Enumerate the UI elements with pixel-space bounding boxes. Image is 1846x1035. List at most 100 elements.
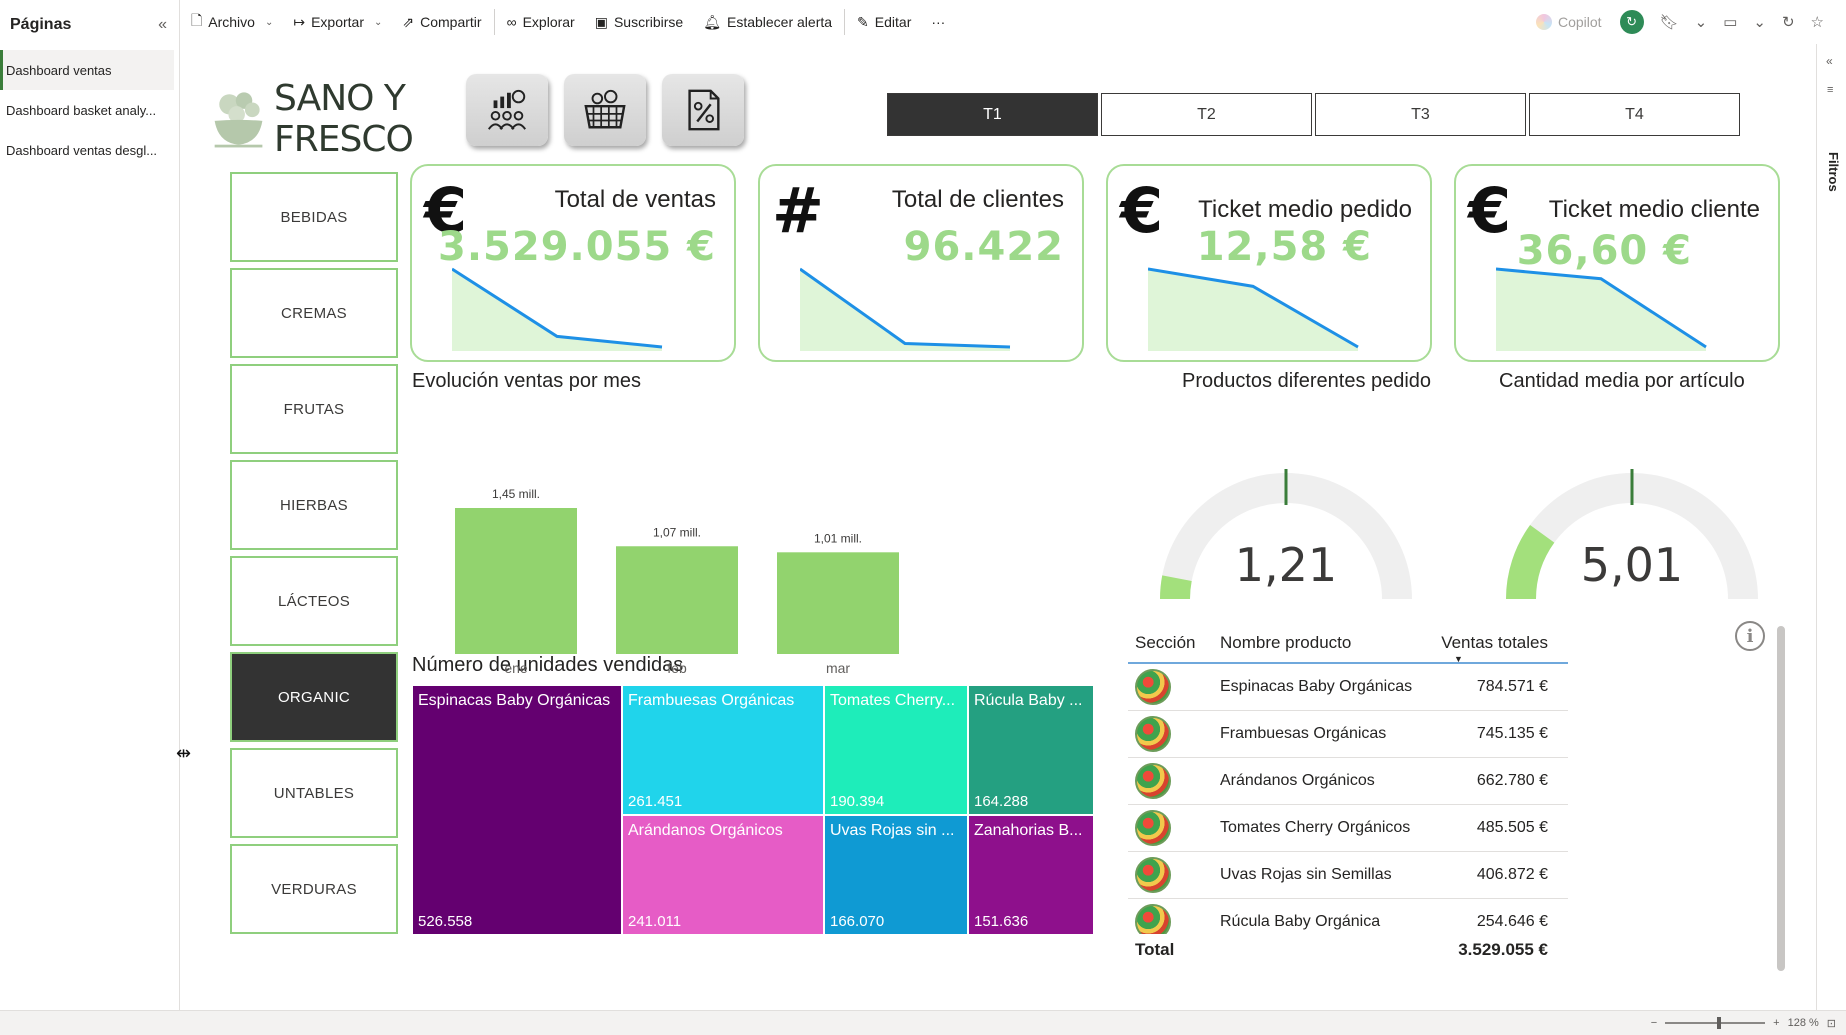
nav-customers-button[interactable]: [466, 74, 548, 146]
establecer-alerta-button[interactable]: 🔔︎ Establecer alerta: [693, 0, 842, 44]
treemap-cell-value: 151.636: [974, 913, 1029, 930]
fit-page-icon[interactable]: ⊡: [1827, 1017, 1836, 1030]
chevron-down-icon[interactable]: ⌄: [1745, 13, 1774, 31]
toolbar-divider: [844, 9, 846, 35]
cell-nombre-producto: Frambuesas Orgánicas: [1220, 725, 1387, 742]
treemap-cell-label: Rúcula Baby ...: [974, 692, 1083, 709]
category-button-verduras[interactable]: VERDURAS: [230, 844, 398, 934]
quarter-tab-t3[interactable]: T3: [1315, 93, 1526, 136]
category-button-hierbas[interactable]: HIERBAS: [230, 460, 398, 550]
quarter-tab-t4[interactable]: T4: [1529, 93, 1740, 136]
treemap-cell[interactable]: Espinacas Baby Orgánicas 526.558: [412, 685, 622, 935]
alerta-label: Establecer alerta: [726, 14, 833, 30]
cell-seccion: [1128, 763, 1220, 799]
bell-icon: 🔔︎: [703, 13, 721, 30]
treemap-cell-label: Arándanos Orgánicos: [628, 822, 783, 839]
category-button-cremas[interactable]: CREMAS: [230, 268, 398, 358]
collapse-pane-icon[interactable]: «: [158, 16, 167, 34]
quarter-tab-t1[interactable]: T1: [887, 93, 1098, 136]
total-label: Total: [1135, 940, 1175, 959]
organic-product-image: [1135, 669, 1171, 705]
zoom-slider[interactable]: [1665, 1017, 1766, 1029]
table-row[interactable]: Arándanos Orgánicos 662.780 €: [1128, 758, 1568, 805]
quarter-slicer: T1 T2 T3 T4: [887, 93, 1740, 136]
exportar-label: Exportar: [311, 14, 364, 30]
report-toolbar: 🗋 Archivo ⌄ ↦ Exportar ⌄ ⇗ Compartir ∞ E…: [181, 0, 1846, 44]
category-button-organic[interactable]: ORGANIC: [230, 652, 398, 742]
page-item-dashboard-ventas[interactable]: Dashboard ventas: [0, 50, 174, 90]
archivo-menu-button[interactable]: 🗋 Archivo ⌄: [181, 0, 283, 44]
kpi-title: Total de clientes: [891, 186, 1064, 213]
treemap-cell-label: Uvas Rojas sin ...: [830, 822, 955, 839]
category-button-untables[interactable]: UNTABLES: [230, 748, 398, 838]
table-row[interactable]: Tomates Cherry Orgánicos 485.505 €: [1128, 805, 1568, 852]
filter-icon: ≡: [1827, 84, 1834, 96]
star-icon[interactable]: ☆: [1803, 13, 1832, 31]
explorar-button[interactable]: ∞ Explorar: [497, 0, 585, 44]
salad-bowl-icon: [214, 92, 263, 148]
treemap-cell[interactable]: Frambuesas Orgánicas 261.451: [622, 685, 824, 815]
expand-filters-icon[interactable]: «: [1826, 54, 1833, 68]
x-tick-label: ene: [504, 660, 528, 676]
cantidad-media-gauge[interactable]: 5,01: [1477, 399, 1787, 609]
kpi-card-total-clientes[interactable]: # Total de clientes 96.422: [758, 164, 1084, 362]
sync-icon[interactable]: ↻: [1619, 10, 1644, 34]
bookmark-icon[interactable]: 🔖︎: [1652, 13, 1687, 31]
editar-button[interactable]: ✎ Editar: [847, 0, 921, 44]
category-button-bebidas[interactable]: BEBIDAS: [230, 172, 398, 262]
header-ventas-totales[interactable]: Ventas totales: [1438, 633, 1548, 653]
zoom-in-icon[interactable]: +: [1773, 1017, 1779, 1029]
cell-ventas-totales: 254.646 €: [1476, 913, 1548, 930]
kpi-card-total-ventas[interactable]: € Total de ventas 3.529.055 €: [410, 164, 736, 362]
productos-diferentes-gauge[interactable]: 1,21: [1131, 399, 1441, 609]
header-seccion[interactable]: Sección: [1128, 633, 1220, 653]
kpi-card-ticket-medio-cliente[interactable]: € Ticket medio cliente 36,60 €: [1454, 164, 1780, 362]
page-item-label: Dashboard ventas desgl...: [6, 142, 158, 158]
cell-nombre-producto: Tomates Cherry Orgánicos: [1220, 819, 1411, 836]
quarter-tab-t2[interactable]: T2: [1101, 93, 1312, 136]
organic-product-image: [1135, 904, 1171, 934]
nav-percentage-button[interactable]: [662, 74, 744, 146]
treemap-cell[interactable]: Rúcula Baby ... 164.288: [968, 685, 1094, 815]
more-options-button[interactable]: ···: [921, 0, 955, 44]
exportar-menu-button[interactable]: ↦ Exportar ⌄: [283, 0, 392, 44]
category-button-frutas[interactable]: FRUTAS: [230, 364, 398, 454]
zoom-slider-thumb[interactable]: [1717, 1017, 1722, 1029]
category-button-lacteos[interactable]: LÁCTEOS: [230, 556, 398, 646]
zoom-out-icon[interactable]: −: [1651, 1017, 1657, 1029]
table-row[interactable]: Frambuesas Orgánicas 745.135 €: [1128, 711, 1568, 758]
chevron-down-icon[interactable]: ⌄: [1687, 13, 1716, 31]
treemap-cell-value: 190.394: [830, 793, 885, 810]
sparkline-area: [1496, 269, 1706, 351]
basket-icon: [584, 89, 626, 129]
cell-ventas-totales: 784.571 €: [1476, 678, 1548, 695]
page-item-dashboard-desglose[interactable]: Dashboard ventas desgl...: [0, 130, 179, 170]
treemap-cell-label: Tomates Cherry...: [830, 692, 956, 709]
suscribirse-button[interactable]: ▣ Suscribirse: [585, 0, 693, 44]
bar-data-label: 1,45 mill.: [492, 487, 540, 501]
header-nombre-producto[interactable]: Nombre producto: [1220, 633, 1438, 653]
refresh-icon[interactable]: ↻: [1774, 13, 1803, 31]
table-row[interactable]: Uvas Rojas sin Semillas 406.872 €: [1128, 852, 1568, 899]
treemap-cell-value: 166.070: [830, 913, 885, 930]
treemap-cell[interactable]: Uvas Rojas sin ... 166.070: [824, 815, 968, 935]
copilot-button[interactable]: Copilot: [1526, 14, 1612, 30]
compartir-button[interactable]: ⇗ Compartir: [392, 0, 491, 44]
bar-data-label: 1,07 mill.: [653, 525, 701, 539]
compartir-label: Compartir: [420, 14, 482, 30]
kpi-card-ticket-medio-pedido[interactable]: € Ticket medio pedido 12,58 €: [1106, 164, 1432, 362]
table-scrollbar[interactable]: [1777, 626, 1785, 971]
treemap-cell[interactable]: Arándanos Orgánicos 241.011: [622, 815, 824, 935]
table-row[interactable]: Espinacas Baby Orgánicas 784.571 €: [1128, 664, 1568, 711]
treemap-cell[interactable]: Tomates Cherry... 190.394: [824, 685, 968, 815]
nav-basket-button[interactable]: [564, 74, 646, 146]
pages-pane: Páginas « Dashboard ventas Dashboard bas…: [0, 0, 180, 1010]
treemap-cell[interactable]: Zanahorias B... 151.636: [968, 815, 1094, 935]
page-item-dashboard-basket[interactable]: Dashboard basket analy...: [0, 90, 179, 130]
info-icon[interactable]: i: [1735, 621, 1765, 651]
view-icon[interactable]: ▭: [1715, 13, 1745, 31]
sort-descending-icon[interactable]: ▼: [1454, 654, 1463, 664]
filters-pane-collapsed[interactable]: « ≡ Filtros: [1816, 44, 1846, 1010]
ventas-mes-bar-chart[interactable]: 1,45 mill. ene 1,07 mill. feb 1,01 mill. mar: [411, 414, 991, 694]
table-row[interactable]: Rúcula Baby Orgánica 254.646 €: [1128, 899, 1568, 934]
